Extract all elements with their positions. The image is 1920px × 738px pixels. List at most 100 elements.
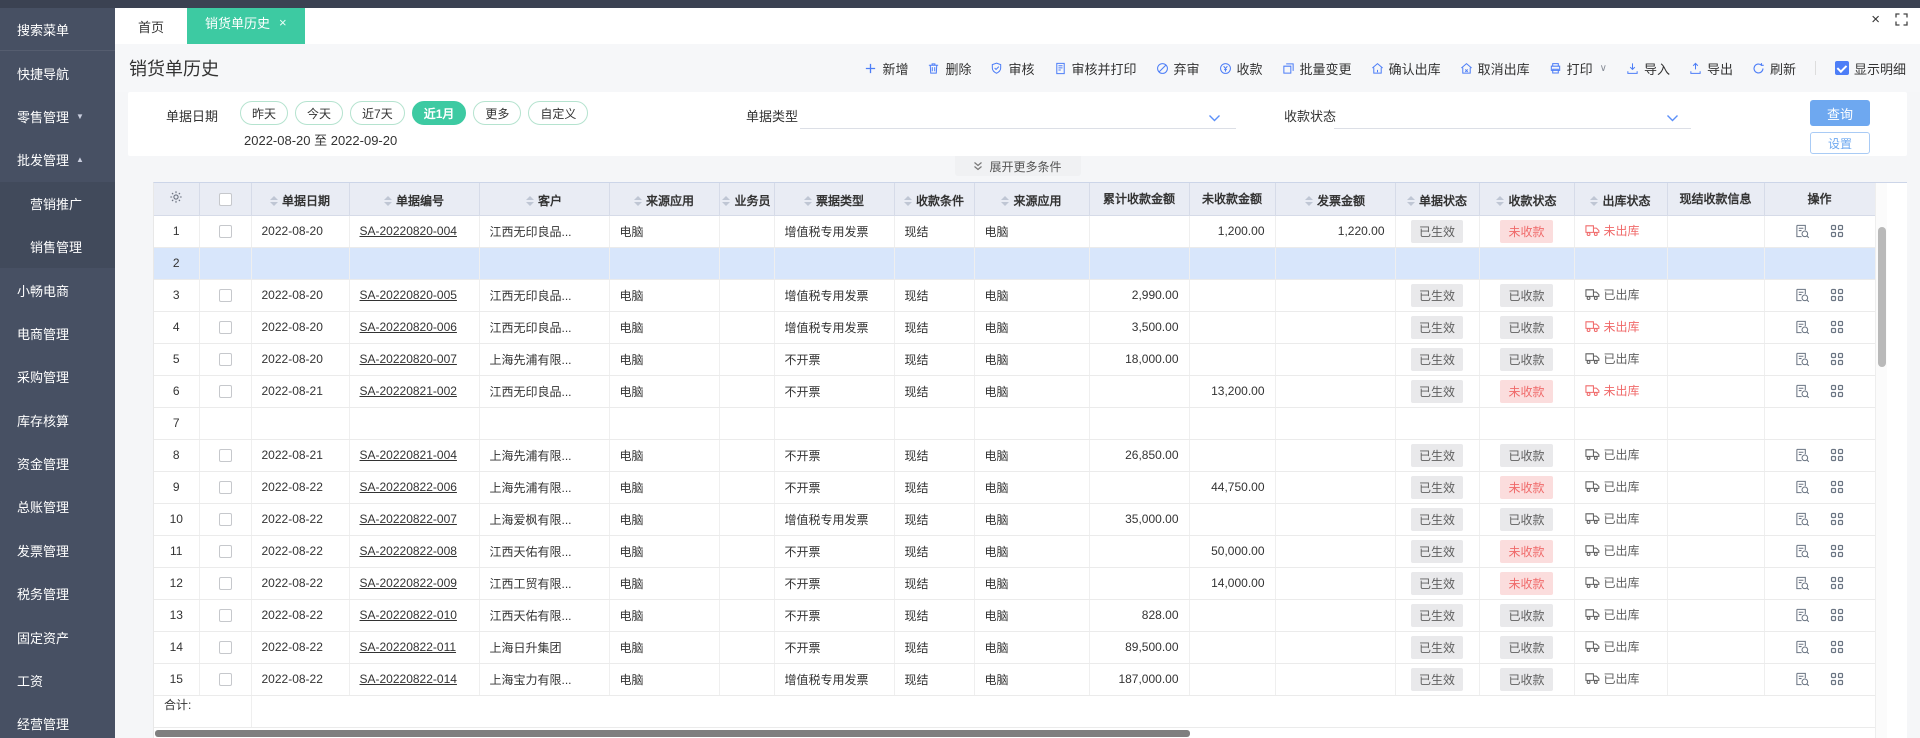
sidebar-item[interactable]: 固定资产	[0, 615, 115, 658]
select-all-checkbox[interactable]	[218, 192, 232, 206]
sort-icon[interactable]	[722, 195, 731, 206]
more-actions-icon[interactable]	[1830, 384, 1844, 398]
order-code-link[interactable]: SA-20220820-005	[360, 288, 457, 302]
row-select-cell[interactable]	[199, 407, 252, 440]
sidebar-item[interactable]: 库存核算	[0, 399, 115, 442]
column-header[interactable]: 来源应用	[974, 183, 1090, 216]
sidebar-item[interactable]: 税务管理	[0, 572, 115, 615]
chevron-down-icon[interactable]	[1666, 114, 1679, 123]
row-checkbox[interactable]	[218, 321, 232, 335]
row-select-cell[interactable]	[199, 663, 252, 696]
table-row[interactable]: 2	[154, 247, 1876, 280]
more-actions-icon[interactable]	[1830, 320, 1844, 334]
row-checkbox[interactable]	[218, 385, 232, 399]
view-detail-icon[interactable]	[1795, 224, 1810, 239]
sidebar-item[interactable]: 发票管理	[0, 529, 115, 572]
sort-icon[interactable]	[903, 195, 912, 206]
date-pill[interactable]: 昨天	[240, 101, 289, 125]
column-header[interactable]: 现结收款信息	[1667, 183, 1765, 216]
more-actions-icon[interactable]	[1830, 672, 1844, 686]
sort-icon[interactable]	[269, 195, 278, 206]
date-range-value[interactable]: 2022-08-20 至 2022-09-20	[244, 130, 397, 149]
row-select-cell[interactable]	[199, 375, 252, 408]
sidebar-item[interactable]: 小畅电商	[0, 268, 115, 311]
date-pill[interactable]: 今天	[295, 101, 344, 125]
doc-type-select[interactable]	[800, 128, 1236, 129]
more-actions-icon[interactable]	[1830, 448, 1844, 462]
row-select-cell[interactable]	[199, 535, 252, 568]
row-checkbox[interactable]	[218, 577, 232, 591]
order-code-link[interactable]: SA-20220822-009	[360, 576, 457, 590]
view-detail-icon[interactable]	[1795, 480, 1810, 495]
order-code-link[interactable]: SA-20220822-008	[360, 544, 457, 558]
table-row[interactable]: 3 2022-08-20 SA-20220820-005 江西无印良品... 电…	[154, 279, 1876, 312]
sort-icon[interactable]	[633, 195, 642, 206]
sidebar-item[interactable]: 快捷导航	[0, 51, 115, 94]
more-actions-icon[interactable]	[1830, 512, 1844, 526]
table-row[interactable]: 4 2022-08-20 SA-20220820-006 江西无印良品... 电…	[154, 311, 1876, 344]
order-code-link[interactable]: SA-20220822-014	[360, 672, 457, 686]
row-checkbox[interactable]	[218, 449, 232, 463]
sidebar-item[interactable]: 零售管理 ▼	[0, 95, 115, 138]
order-code-link[interactable]: SA-20220821-004	[360, 448, 457, 462]
order-code-link[interactable]: SA-20220822-010	[360, 608, 457, 622]
more-actions-icon[interactable]	[1830, 608, 1844, 622]
more-actions-icon[interactable]	[1830, 352, 1844, 366]
view-detail-icon[interactable]	[1795, 288, 1810, 303]
more-actions-icon[interactable]	[1830, 288, 1844, 302]
table-row[interactable]: 13 2022-08-22 SA-20220822-010 江西天佑有限... …	[154, 599, 1876, 632]
table-row[interactable]: 15 2022-08-22 SA-20220822-014 上海宝力有限... …	[154, 663, 1876, 696]
checked-checkbox-icon[interactable]	[1834, 61, 1849, 75]
view-detail-icon[interactable]	[1795, 576, 1810, 591]
view-detail-icon[interactable]	[1795, 640, 1810, 655]
row-select-cell[interactable]	[199, 471, 252, 504]
column-header[interactable]: 单据日期	[251, 183, 350, 216]
discard-audit-button[interactable]: 弃审	[1156, 59, 1200, 78]
table-row[interactable]: 6 2022-08-21 SA-20220821-002 江西无印良品... 电…	[154, 375, 1876, 408]
row-checkbox[interactable]	[218, 673, 232, 687]
more-actions-icon[interactable]	[1830, 480, 1844, 494]
chevron-down-icon[interactable]	[1208, 114, 1221, 123]
order-code-link[interactable]: SA-20220822-007	[360, 512, 457, 526]
more-actions-icon[interactable]	[1830, 576, 1844, 590]
chevron-down-icon[interactable]: ∨	[1600, 63, 1607, 74]
row-select-cell[interactable]	[199, 439, 252, 472]
confirm-outbound-button[interactable]: 确认出库	[1371, 59, 1441, 78]
audit-print-button[interactable]: 审核并打印	[1054, 59, 1137, 78]
column-header[interactable]: 收款条件	[894, 183, 975, 216]
date-pill[interactable]: 自定义	[528, 101, 589, 125]
expand-more-button[interactable]: 展开更多条件	[954, 156, 1081, 176]
row-select-cell[interactable]	[199, 311, 252, 344]
gear-icon[interactable]	[169, 190, 183, 204]
row-select-cell[interactable]	[199, 599, 252, 632]
sort-icon[interactable]	[803, 195, 812, 206]
more-actions-icon[interactable]	[1830, 224, 1844, 238]
sidebar-item[interactable]: 搜索菜单	[0, 8, 115, 52]
sort-icon[interactable]	[525, 195, 534, 206]
row-checkbox[interactable]	[218, 609, 232, 623]
order-code-link[interactable]: SA-20220820-006	[360, 320, 457, 334]
table-row[interactable]: 14 2022-08-22 SA-20220822-011 上海日升集团 电脑 …	[154, 631, 1876, 664]
row-select-cell[interactable]	[199, 631, 252, 664]
row-checkbox[interactable]	[218, 481, 232, 495]
row-select-cell[interactable]	[199, 567, 252, 600]
sidebar-item[interactable]: 总账管理	[0, 485, 115, 528]
tab-close-icon[interactable]: ×	[279, 15, 287, 30]
sidebar-item[interactable]: 销售管理	[0, 224, 115, 269]
sidebar-item[interactable]: 资金管理	[0, 442, 115, 485]
tab-home[interactable]: 首页	[115, 8, 188, 44]
sidebar-item[interactable]: 采购管理	[0, 355, 115, 398]
table-row[interactable]: 1 2022-08-20 SA-20220820-004 江西无印良品... 电…	[154, 215, 1876, 248]
view-detail-icon[interactable]	[1795, 384, 1810, 399]
column-header[interactable]: 业务员	[719, 183, 775, 216]
vertical-scrollbar-thumb[interactable]	[1878, 227, 1886, 367]
audit-button[interactable]: 审核	[990, 59, 1035, 78]
print-button[interactable]: 打印 ∨	[1549, 59, 1607, 78]
table-row[interactable]: 10 2022-08-22 SA-20220822-007 上海爱枫有限... …	[154, 503, 1876, 536]
table-row[interactable]: 8 2022-08-21 SA-20220821-004 上海先浦有限... 电…	[154, 439, 1876, 472]
sort-icon[interactable]	[1590, 195, 1599, 206]
view-detail-icon[interactable]	[1795, 608, 1810, 623]
row-checkbox[interactable]	[218, 353, 232, 367]
delete-button[interactable]: 删除	[927, 59, 971, 78]
column-header[interactable]: 来源应用	[609, 183, 720, 216]
